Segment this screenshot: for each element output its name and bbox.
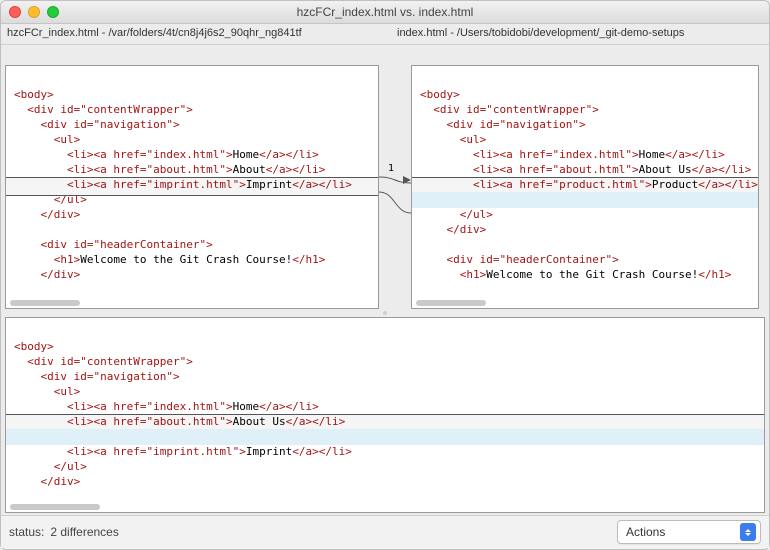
code-line: <li><a href="index.html">Home</a></li> xyxy=(14,148,319,161)
left-file-path: hzcFCr_index.html - /var/folders/4t/cn8j… xyxy=(1,24,379,44)
diff-marker-merge-2 xyxy=(6,429,764,445)
diff-number-label: 1 xyxy=(388,163,394,174)
code-line: </ul> xyxy=(14,460,87,473)
code-line: <div id="contentWrapper"> xyxy=(420,103,599,116)
merge-pane[interactable]: <body> <div id="contentWrapper"> <div id… xyxy=(5,317,765,513)
status-bar: status: 2 differences Actions xyxy=(1,515,769,548)
code-line: <div id="contentWrapper"> xyxy=(14,103,193,116)
code-line: <ul> xyxy=(14,133,80,146)
merge-h-scrollbar[interactable] xyxy=(10,504,100,510)
left-pane[interactable]: <body> <div id="contentWrapper"> <div id… xyxy=(5,65,379,309)
close-icon[interactable] xyxy=(9,6,21,18)
diff-window: hzcFCr_index.html vs. index.html hzcFCr_… xyxy=(0,0,770,550)
code-line: <body> xyxy=(14,88,54,101)
code-line: <ul> xyxy=(420,133,486,146)
code-line: </div> xyxy=(14,268,80,281)
status-value: 2 differences xyxy=(50,525,119,539)
right-pane[interactable]: <body> <div id="contentWrapper"> <div id… xyxy=(411,65,759,309)
grip-icon xyxy=(383,311,387,315)
zoom-icon[interactable] xyxy=(47,6,59,18)
code-line: </div> xyxy=(14,475,80,488)
right-file-path: index.html - /Users/tobidobi/development… xyxy=(379,24,769,44)
splitter-handle[interactable] xyxy=(1,309,769,317)
window-title: hzcFCr_index.html vs. index.html xyxy=(297,5,474,19)
code-line: <div id="navigation"> xyxy=(14,118,180,131)
side-by-side-diff: <body> <div id="contentWrapper"> <div id… xyxy=(1,45,769,309)
code-line: <ul> xyxy=(14,385,80,398)
code-line: <li><a href="about.html">About Us</a></l… xyxy=(420,163,751,176)
actions-label: Actions xyxy=(626,525,665,539)
merge-code[interactable]: <body> <div id="contentWrapper"> <div id… xyxy=(6,318,764,495)
diff-connector: 1 xyxy=(379,45,411,309)
code-line: <li><a href="about.html">About</a></li> xyxy=(14,163,325,176)
diff-marker-right-2 xyxy=(412,192,758,208)
right-h-scrollbar[interactable] xyxy=(416,300,486,306)
left-h-scrollbar[interactable] xyxy=(10,300,80,306)
chevron-updown-icon xyxy=(740,523,756,541)
code-line: </div> xyxy=(14,208,80,221)
code-line: <div id="headerContainer"> xyxy=(14,238,213,251)
code-line: <body> xyxy=(420,88,460,101)
code-line: <li><a href="index.html">Home</a></li> xyxy=(14,400,319,413)
code-line: <div id="contentWrapper"> xyxy=(14,355,193,368)
titlebar[interactable]: hzcFCr_index.html vs. index.html xyxy=(1,1,769,24)
code-line: <div id="navigation"> xyxy=(14,370,180,383)
minimize-icon[interactable] xyxy=(28,6,40,18)
diff-marker-left xyxy=(6,177,378,196)
code-line: <body> xyxy=(14,340,54,353)
code-line: <div id="navigation"> xyxy=(420,118,586,131)
code-line: </div> xyxy=(420,223,486,236)
code-line: <div id="headerContainer"> xyxy=(420,253,619,266)
code-line: <li><a href="index.html">Home</a></li> xyxy=(420,148,725,161)
actions-dropdown[interactable]: Actions xyxy=(617,520,761,544)
merge-pane-wrap: <body> <div id="contentWrapper"> <div id… xyxy=(1,317,769,515)
path-bar: hzcFCr_index.html - /var/folders/4t/cn8j… xyxy=(1,24,769,45)
code-line: <li><a href="imprint.html">Imprint</a></… xyxy=(14,445,352,458)
code-line: <h1>Welcome to the Git Crash Course!</h1… xyxy=(420,268,731,281)
code-line: </ul> xyxy=(420,208,493,221)
status-label: status: xyxy=(9,525,44,539)
window-controls xyxy=(9,6,59,18)
code-line: <h1>Welcome to the Git Crash Course!</h1… xyxy=(14,253,325,266)
